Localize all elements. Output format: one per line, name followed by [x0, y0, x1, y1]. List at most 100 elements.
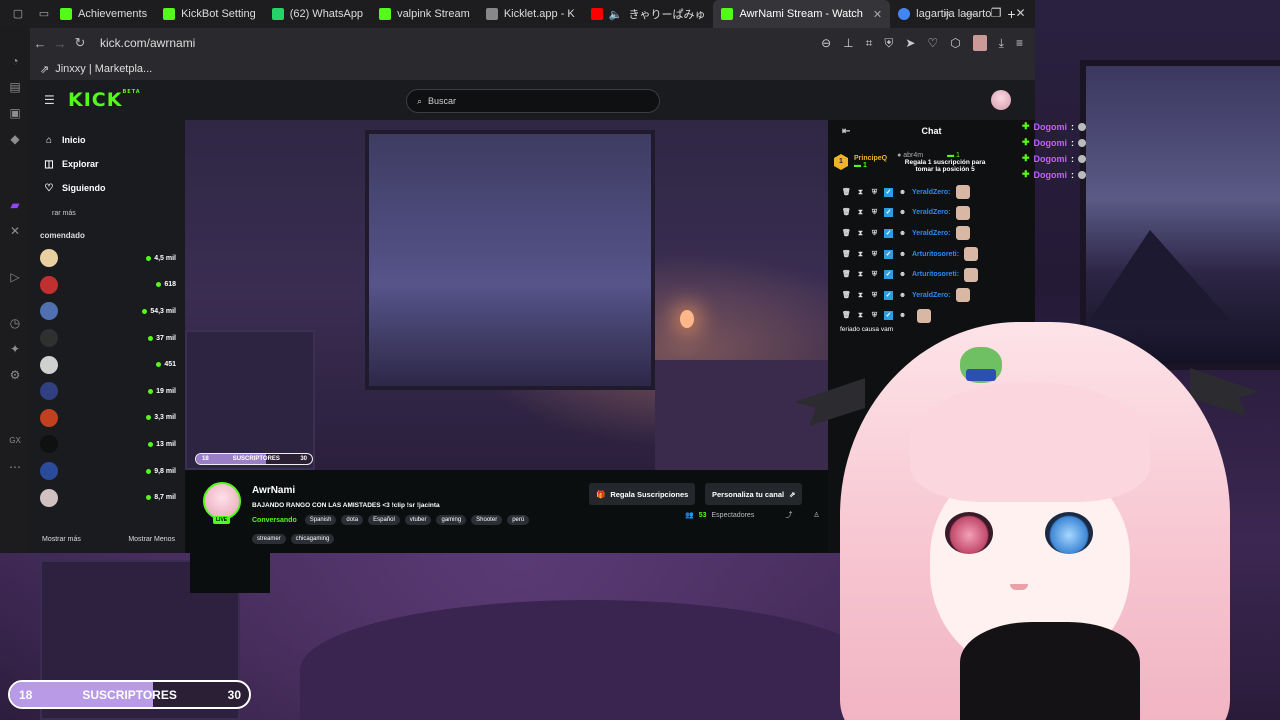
tag-chip[interactable]: chicagaming [290, 534, 335, 544]
tag-chip[interactable]: dota [341, 515, 364, 525]
snapshot-icon[interactable]: ⌗ [866, 36, 873, 51]
messenger-icon[interactable]: ▣ [8, 106, 22, 120]
timeout-icon[interactable]: ⧗ [856, 208, 865, 217]
browser-tab[interactable]: Achievements [52, 0, 155, 28]
twitch-icon[interactable]: ▰ [8, 198, 22, 212]
channel-item[interactable]: Dylantero Slots & Casino 451 [30, 351, 270, 593]
browser-tab[interactable]: (62) WhatsApp [264, 0, 371, 28]
channel-item[interactable]: MERNUEL Conversando 19 mil [30, 378, 270, 593]
shield-icon[interactable]: ⛨ [884, 36, 893, 51]
show-more-button[interactable]: Mostrar más [42, 536, 81, 543]
tab-list-icon[interactable]: ▭ [36, 6, 52, 22]
chat-message[interactable]: 🗑 ⧗ ⛨ ✓ ☻ YeraldZero: [828, 182, 1035, 203]
gift-subs-button[interactable]: 🎁 Regala Suscripciones [589, 483, 696, 505]
channel-item[interactable]: sandraskins Conversando 8,7 mil [30, 484, 270, 593]
channel-item[interactable]: Antaurus Slots & Casino 3,3 mil [30, 405, 270, 593]
chat-username[interactable]: YeraldZero: [912, 189, 951, 196]
forward-icon[interactable]: → [50, 36, 70, 51]
user-avatar[interactable] [991, 90, 1011, 110]
more-icon[interactable]: ⋯ [8, 460, 22, 474]
channel-item[interactable]: Lokonazo1 Counter-Strike 2 618 [30, 272, 270, 593]
gift-prompt[interactable]: ● abr4m ▬ 1 Regala 1 suscripción para to… [897, 152, 993, 173]
tag-chip[interactable]: streamer [252, 534, 286, 544]
nav-siguiendo[interactable]: ♡ Siguiendo [30, 176, 185, 200]
extensions-icon[interactable]: ✦ [8, 342, 22, 356]
timeout-icon[interactable]: ⧗ [856, 188, 865, 197]
hamburger-icon[interactable]: ☰ [44, 93, 56, 107]
download-icon[interactable]: ⤓ [999, 36, 1004, 51]
tag-chip[interactable]: Shooter [471, 515, 503, 525]
trash-icon[interactable]: 🗑 [842, 188, 851, 197]
chat-message[interactable]: 🗑 ⧗ ⛨ ✓ ☻ Arturitosoreti: [828, 244, 1035, 265]
cube-icon[interactable]: ⬡ [950, 36, 960, 50]
trash-icon[interactable]: 🗑 [842, 270, 851, 279]
channel-item[interactable]: davooxeneize Conversando 37 mil [30, 325, 270, 593]
maximize-icon[interactable]: ❐ [991, 6, 1002, 21]
channel-item[interactable]: zEkO Clash Royale 9,8 mil [30, 458, 270, 593]
bookmark-item[interactable]: Jinxxy | Marketpla... [55, 63, 152, 75]
pin-icon[interactable]: ⊥ [843, 36, 853, 50]
chat-message[interactable]: 🗑 ⧗ ⛨ ✓ ☻ YeraldZero: [828, 203, 1035, 224]
window-menu-icon[interactable]: ▢ [10, 6, 26, 22]
profile-avatar[interactable] [972, 35, 987, 51]
chat-username[interactable]: YeraldZero: [912, 292, 951, 299]
trash-icon[interactable]: 🗑 [842, 250, 851, 259]
nav-explorar[interactable]: ◫ Explorar [30, 152, 185, 176]
streamer-name[interactable]: AwrNami [252, 485, 295, 496]
browser-tab[interactable]: 🔈 きゃりーぱみゅ [583, 0, 714, 28]
reload-icon[interactable]: ↻ [70, 35, 90, 51]
collapse-chat-icon[interactable]: ⇤ [842, 126, 850, 137]
tag-chip[interactable]: perú [507, 515, 530, 525]
search-input[interactable]: ⌕ Buscar [406, 89, 660, 113]
browser-tab-active[interactable]: AwrNami Stream - Watch ✕ [713, 0, 891, 28]
nav-inicio[interactable]: ⌂ Inicio [30, 128, 185, 152]
browser-tab[interactable]: KickBot Setting [155, 0, 264, 28]
channel-item[interactable]: Samulx IRL 13 mil [30, 431, 270, 593]
chat-username[interactable]: Arturitosoreti: [912, 271, 959, 278]
follow-icon[interactable]: ♙ [813, 511, 819, 519]
gx-icon[interactable]: GX [8, 434, 22, 448]
timeout-icon[interactable]: ⧗ [856, 250, 865, 259]
minimize-icon[interactable]: — [965, 6, 977, 21]
player-icon[interactable]: ▷ [8, 270, 22, 284]
tag-chip[interactable]: Spanish [304, 515, 337, 525]
menu-icon[interactable]: ≡ [1016, 36, 1023, 50]
customize-channel-button[interactable]: Personaliza tu canal ⇗ [705, 483, 803, 505]
trash-icon[interactable]: 🗑 [842, 208, 851, 217]
wallet-icon[interactable]: ▤ [8, 80, 22, 94]
clock-icon[interactable]: ◷ [8, 316, 22, 330]
heart-icon[interactable]: ♡ [927, 36, 938, 50]
tag-chip[interactable]: Español [368, 515, 400, 525]
chat-username[interactable]: YeraldZero: [912, 209, 951, 216]
kick-logo[interactable]: KICKBETA [68, 89, 141, 111]
zoom-icon[interactable]: ⊖ [821, 36, 831, 50]
search-tabs-icon[interactable]: ⌕ [944, 6, 951, 21]
history-icon[interactable]: ◔ [8, 54, 22, 68]
back-icon[interactable]: ← [30, 36, 50, 51]
settings-icon[interactable]: ⚙ [8, 368, 22, 382]
channel-item[interactable]: RealTeam IRL 4,5 mil [30, 245, 270, 593]
url-field[interactable]: kick.com/awrnami [100, 36, 195, 50]
chat-username[interactable]: Arturitosoreti: [912, 251, 959, 258]
show-less-button[interactable]: Mostrar Menos [128, 536, 175, 543]
close-window-icon[interactable]: ✕ [1016, 6, 1026, 21]
x-icon[interactable]: ✕ [8, 224, 22, 238]
share-icon[interactable]: ⤴ [785, 510, 792, 520]
chat-username[interactable]: YeraldZero: [912, 230, 951, 237]
kick-sidebar-icon[interactable]: ◆ [8, 132, 22, 146]
timeout-icon[interactable]: ⧗ [856, 229, 865, 238]
send-icon[interactable]: ➤ [905, 36, 915, 50]
close-tab-icon[interactable]: ✕ [873, 8, 882, 21]
video-player[interactable]: 18 SUSCRIPTORES 30 [185, 120, 828, 470]
trash-icon[interactable]: 🗑 [842, 291, 851, 300]
tag-chip[interactable]: vtuber [404, 515, 432, 525]
chat-message[interactable]: 🗑 ⧗ ⛨ ✓ ☻ Arturitosoreti: [828, 264, 1035, 285]
trash-icon[interactable]: 🗑 [842, 229, 851, 238]
channel-item[interactable]: RDjavi Grand Theft Auto V (G... 54,3 mil [30, 298, 270, 593]
speaker-icon[interactable]: 🔈 [609, 8, 623, 21]
tag-chip[interactable]: gaming [436, 515, 467, 525]
browser-tab[interactable]: valpink Stream [371, 0, 478, 28]
streamer-avatar[interactable] [203, 482, 241, 520]
show-more-followed[interactable]: rar más [30, 210, 185, 217]
timeout-icon[interactable]: ⧗ [856, 291, 865, 300]
